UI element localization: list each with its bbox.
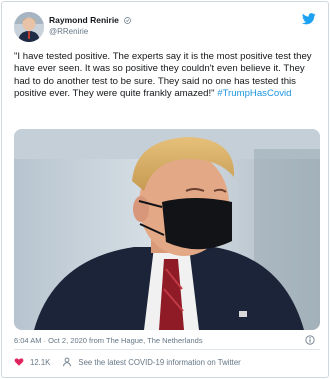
person-icon	[63, 357, 72, 367]
tweet-timestamp[interactable]: 6:04 AM · Oct 2, 2020 from The Hague, Th…	[14, 336, 203, 345]
display-name[interactable]: Raymond Renirie	[49, 15, 119, 25]
covid-info-link[interactable]: See the latest COVID-19 information on T…	[78, 358, 240, 367]
info-icon[interactable]	[305, 335, 315, 345]
avatar[interactable]	[14, 12, 44, 42]
like-count[interactable]: 12.1K	[30, 358, 50, 367]
tweet-text: "I have tested positive. The experts say…	[14, 51, 320, 101]
author-handle[interactable]: @RRenirie	[49, 27, 88, 36]
tweet-actions: 12.1K See the latest COVID-19 informatio…	[14, 356, 241, 368]
photo-of-man-wearing-black-mask	[14, 129, 320, 330]
twitter-bird-icon[interactable]	[302, 13, 316, 25]
divider	[14, 349, 320, 350]
tweet-card: Raymond Renirie @RRenirie "I have tested…	[1, 1, 329, 378]
tweet-photo[interactable]	[14, 129, 320, 330]
heart-icon[interactable]	[14, 357, 24, 367]
author-name[interactable]: Raymond Renirie	[49, 15, 132, 25]
verified-badge-icon	[124, 16, 132, 24]
hashtag-link[interactable]: #TrumpHasCovid	[217, 88, 291, 99]
